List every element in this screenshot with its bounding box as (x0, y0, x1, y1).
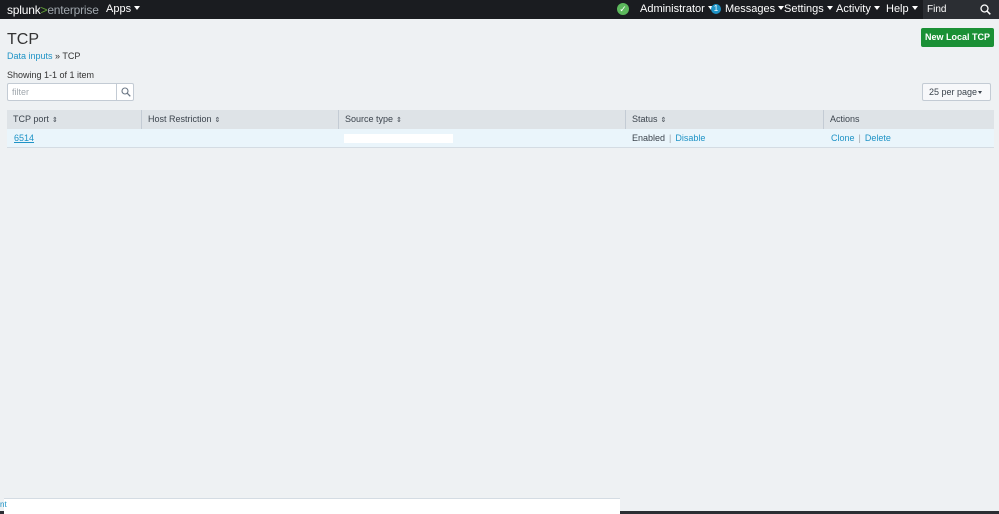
top-nav-bar: splunk>enterprise Apps ✓ Administrator 1… (0, 0, 999, 19)
breadcrumb-separator: » (55, 51, 61, 61)
logo-product: enterprise (47, 3, 99, 17)
separator: | (858, 133, 861, 143)
help-menu[interactable]: Help (886, 3, 918, 15)
showing-count: Showing 1-1 of 1 item (7, 70, 95, 80)
breadcrumb-data-inputs-link[interactable]: Data inputs (7, 51, 53, 61)
page-title: TCP (7, 31, 39, 48)
apps-label: Apps (106, 3, 132, 15)
messages-count-badge: 1 (711, 4, 721, 14)
new-local-tcp-button[interactable]: New Local TCP (921, 28, 994, 47)
chevron-down-icon (978, 91, 982, 94)
apps-menu[interactable]: Apps (106, 3, 141, 15)
messages-menu[interactable]: 1 Messages (711, 3, 785, 15)
cell-tcp-port: 6514 (14, 129, 34, 148)
chevron-down-icon (134, 6, 141, 10)
search-icon (121, 87, 131, 97)
table-header: TCP port ⇕ Host Restriction ⇕ Source type ⇕… (7, 110, 994, 129)
search-icon[interactable] (980, 4, 991, 15)
column-status[interactable]: Status ⇕ (625, 110, 823, 129)
chevron-down-icon (911, 6, 918, 10)
filter-input[interactable] (12, 86, 112, 98)
column-label: Actions (830, 114, 860, 124)
sort-icon: ⇕ (660, 117, 667, 124)
user-menu[interactable]: Administrator (640, 3, 714, 15)
find-input[interactable] (927, 3, 977, 16)
sort-icon: ⇕ (51, 117, 58, 124)
sort-icon: ⇕ (214, 117, 221, 124)
activity-label: Activity (836, 3, 871, 15)
column-label: Status (632, 114, 658, 124)
column-label: Source type (345, 114, 394, 124)
per-page-select[interactable]: 25 per page (922, 83, 991, 101)
cell-actions: Clone | Delete (831, 129, 891, 148)
column-host-restriction[interactable]: Host Restriction ⇕ (141, 110, 338, 129)
breadcrumb-current: TCP (62, 51, 81, 61)
splunk-logo[interactable]: splunk>enterprise (7, 3, 99, 17)
column-actions: Actions (823, 110, 994, 129)
table-row: 6514 Enabled | Disable Clone | Delete (7, 129, 994, 148)
source-type-value (344, 134, 453, 143)
settings-label: Settings (784, 3, 824, 15)
delete-link[interactable]: Delete (865, 133, 891, 143)
chevron-down-icon (826, 6, 833, 10)
user-label: Administrator (640, 3, 705, 15)
messages-label: Messages (725, 3, 776, 15)
column-tcp-port[interactable]: TCP port ⇕ (7, 110, 141, 129)
settings-menu[interactable]: Settings (784, 3, 833, 15)
breadcrumb: Data inputs » TCP (7, 51, 80, 61)
clone-link[interactable]: Clone (831, 133, 855, 143)
column-source-type[interactable]: Source type ⇕ (338, 110, 625, 129)
health-status-icon[interactable]: ✓ (617, 3, 629, 15)
column-label: TCP port (13, 114, 49, 124)
status-text: Enabled (632, 133, 666, 143)
sort-icon: ⇕ (396, 117, 402, 124)
cell-status: Enabled | Disable (632, 129, 705, 148)
help-label: Help (886, 3, 909, 15)
chevron-down-icon (873, 6, 880, 10)
filter-box (7, 83, 134, 101)
filter-search-button[interactable] (116, 83, 134, 101)
per-page-label: 25 per page (929, 87, 978, 97)
logo-brand: splunk (7, 3, 41, 17)
separator: | (669, 133, 672, 143)
activity-menu[interactable]: Activity (836, 3, 880, 15)
tcp-port-link[interactable]: 6514 (14, 133, 34, 143)
bottom-panel (4, 498, 620, 514)
bottom-link-fragment[interactable]: nt (0, 500, 7, 509)
disable-link[interactable]: Disable (675, 133, 705, 143)
column-label: Host Restriction (148, 114, 212, 124)
